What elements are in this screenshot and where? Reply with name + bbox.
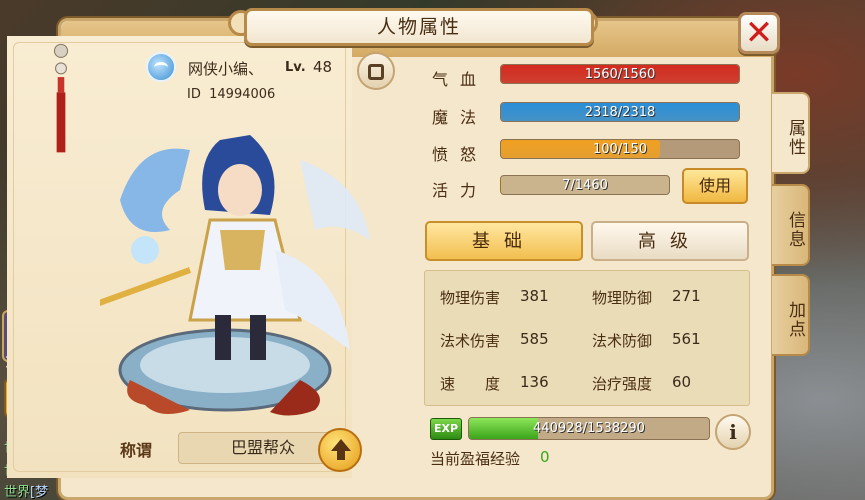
side-tab-info[interactable]: 信息	[772, 184, 810, 266]
exp-value: 440928/1538290	[533, 421, 645, 436]
share-icon	[368, 64, 384, 80]
player-name: 网侠小编、	[188, 60, 264, 78]
attr-value: 136	[520, 373, 549, 391]
tassel-ornament	[53, 43, 69, 153]
mp-bar: 2318/2318	[500, 102, 740, 122]
attr-value: 381	[520, 287, 549, 305]
vitality-label: 活力	[432, 181, 489, 200]
mp-value: 2318/2318	[584, 105, 656, 120]
attr-label: 物理防御	[592, 289, 653, 307]
attr-value: 585	[520, 330, 549, 348]
id-label: ID	[187, 87, 201, 102]
info-button[interactable]: i	[715, 414, 751, 450]
world-chat-text: [梦	[30, 485, 49, 500]
share-button[interactable]	[357, 52, 395, 90]
attr-label: 法术伤害	[440, 332, 501, 350]
world-chat-line[interactable]: 世界[梦	[4, 481, 48, 500]
attr-value: 60	[672, 373, 692, 391]
tab-advanced[interactable]: 高级	[591, 221, 749, 261]
attr-value: 561	[672, 330, 701, 348]
player-id: ID 14994006	[187, 87, 275, 102]
level-label: Lv.	[285, 60, 306, 75]
player-level: 48	[313, 58, 333, 76]
mp-label: 魔法	[432, 108, 489, 127]
hp-label: 气血	[432, 70, 489, 89]
exp-badge: EXP	[430, 418, 462, 440]
use-vitality-button[interactable]: 使用	[682, 168, 748, 204]
side-tab-attributes[interactable]: 属性	[772, 92, 810, 174]
hp-bar: 1560/1560	[500, 64, 740, 84]
exp-bar: 440928/1538290	[468, 417, 710, 440]
arrow-up-stem	[337, 450, 345, 460]
title-label: 称谓	[120, 441, 153, 460]
player-avatar-icon[interactable]	[146, 52, 176, 82]
tab-basic[interactable]: 基础	[425, 221, 583, 261]
attr-value: 271	[672, 287, 701, 305]
attr-label: 速 度	[440, 375, 501, 393]
attr-label: 法术防御	[592, 332, 653, 350]
window-title: 人物属性	[244, 8, 594, 46]
side-tab-points[interactable]: 加点	[772, 274, 810, 356]
attr-label: 治疗强度	[592, 375, 653, 393]
close-button[interactable]: ✕	[738, 12, 780, 54]
attr-label: 物理伤害	[440, 289, 501, 307]
rage-value: 100/150	[592, 142, 647, 157]
rage-bar: 100/150	[500, 139, 740, 159]
character-illustration	[100, 135, 370, 416]
rage-label: 愤怒	[432, 145, 489, 164]
blessing-exp-value: 0	[540, 448, 550, 466]
blessing-exp-label: 当前盈福经验	[430, 450, 521, 468]
title-upgrade-button[interactable]	[318, 428, 362, 472]
world-channel-label: 世界	[4, 485, 31, 500]
vitality-value: 7/1460	[562, 178, 608, 193]
vitality-bar: 7/1460	[500, 175, 670, 195]
id-value: 14994006	[209, 87, 276, 102]
hp-value: 1560/1560	[584, 67, 656, 82]
